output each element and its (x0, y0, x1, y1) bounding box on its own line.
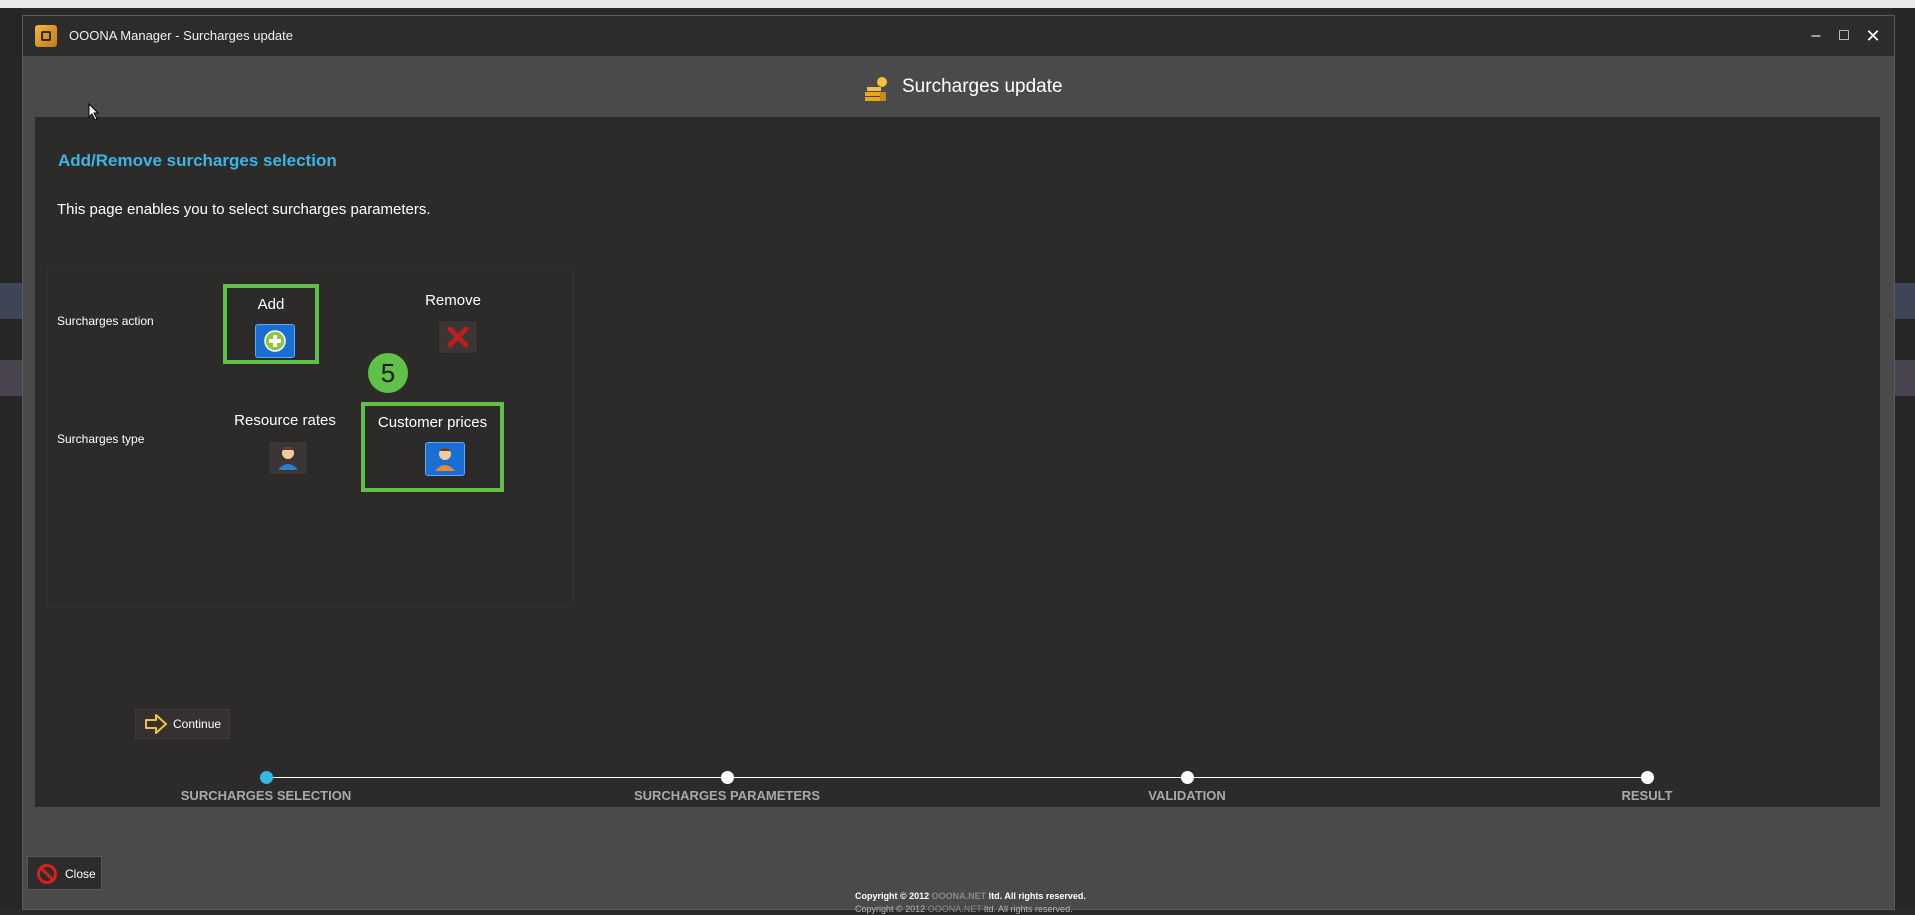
wizard-panel: Add/Remove surcharges selection This pag… (35, 117, 1880, 807)
page-header: Surcharges update (23, 56, 1894, 116)
resource-rates-button[interactable] (268, 441, 308, 475)
person-icon (435, 448, 455, 471)
title-bar[interactable]: OOONA Manager - Surcharges update – □ ✕ (23, 16, 1894, 56)
minimize-button[interactable]: – (1803, 24, 1829, 48)
ooona-app-icon (35, 25, 57, 47)
close-label: Close (65, 867, 96, 881)
arrow-right-icon (145, 714, 167, 734)
page-title: Surcharges update (902, 76, 1063, 97)
remove-button[interactable] (438, 320, 478, 354)
step-dot-surcharges-parameters[interactable] (721, 771, 734, 784)
customer-prices-button[interactable] (425, 442, 465, 476)
remove-option[interactable]: Remove (405, 284, 501, 364)
step-dot-validation[interactable] (1181, 771, 1194, 784)
wizard-progress-line (267, 777, 1647, 778)
intro-text: This page enables you to select surcharg… (57, 201, 431, 218)
plus-icon (264, 330, 286, 352)
brand-text: OOONA.NET (931, 891, 987, 901)
customer-prices-label: Customer prices (377, 414, 488, 431)
step-label-result[interactable]: RESULT (1621, 788, 1672, 803)
copyright-text-shadow: Copyright © 2012 OOONA.NET ltd. All righ… (855, 904, 1073, 914)
surcharges-update-window: OOONA Manager - Surcharges update – □ ✕ … (22, 15, 1895, 914)
mouse-cursor-icon (88, 103, 100, 121)
step-label-validation[interactable]: VALIDATION (1148, 788, 1226, 803)
remove-option-label: Remove (425, 292, 481, 309)
section-title: Add/Remove surcharges selection (58, 151, 337, 170)
no-entry-icon (37, 864, 57, 884)
coins-icon (865, 77, 887, 101)
step-number-badge: 5 (368, 353, 408, 393)
brand-text: OOONA.NET (927, 904, 982, 914)
close-window-button[interactable]: ✕ (1860, 24, 1886, 48)
customer-prices-option[interactable]: Customer prices (361, 402, 504, 492)
surcharges-type-label: Surcharges type (57, 432, 145, 446)
window-title: OOONA Manager - Surcharges update (69, 28, 294, 43)
step-dot-result[interactable] (1641, 771, 1654, 784)
step-label-surcharges-selection[interactable]: SURCHARGES SELECTION (181, 788, 351, 803)
resource-rates-option[interactable]: Resource rates (225, 404, 345, 484)
maximize-button[interactable]: □ (1831, 24, 1857, 48)
surcharges-action-label: Surcharges action (57, 314, 154, 328)
background-app-right (1893, 8, 1915, 908)
add-button[interactable] (255, 324, 295, 358)
x-icon (447, 326, 469, 348)
background-app-bar (0, 0, 1915, 8)
step-dot-surcharges-selection[interactable] (260, 771, 273, 784)
add-option[interactable]: Add (223, 284, 319, 364)
copyright-text: Copyright © 2012 OOONA.NET ltd. All righ… (855, 891, 1086, 901)
continue-label: Continue (173, 717, 222, 731)
resource-rates-label: Resource rates (234, 412, 336, 429)
continue-button[interactable]: Continue (135, 709, 230, 739)
close-button[interactable]: Close (27, 856, 102, 890)
step-label-surcharges-parameters[interactable]: SURCHARGES PARAMETERS (634, 788, 820, 803)
person-icon (278, 447, 298, 470)
add-option-label: Add (257, 296, 285, 313)
background-app-left (0, 8, 22, 908)
